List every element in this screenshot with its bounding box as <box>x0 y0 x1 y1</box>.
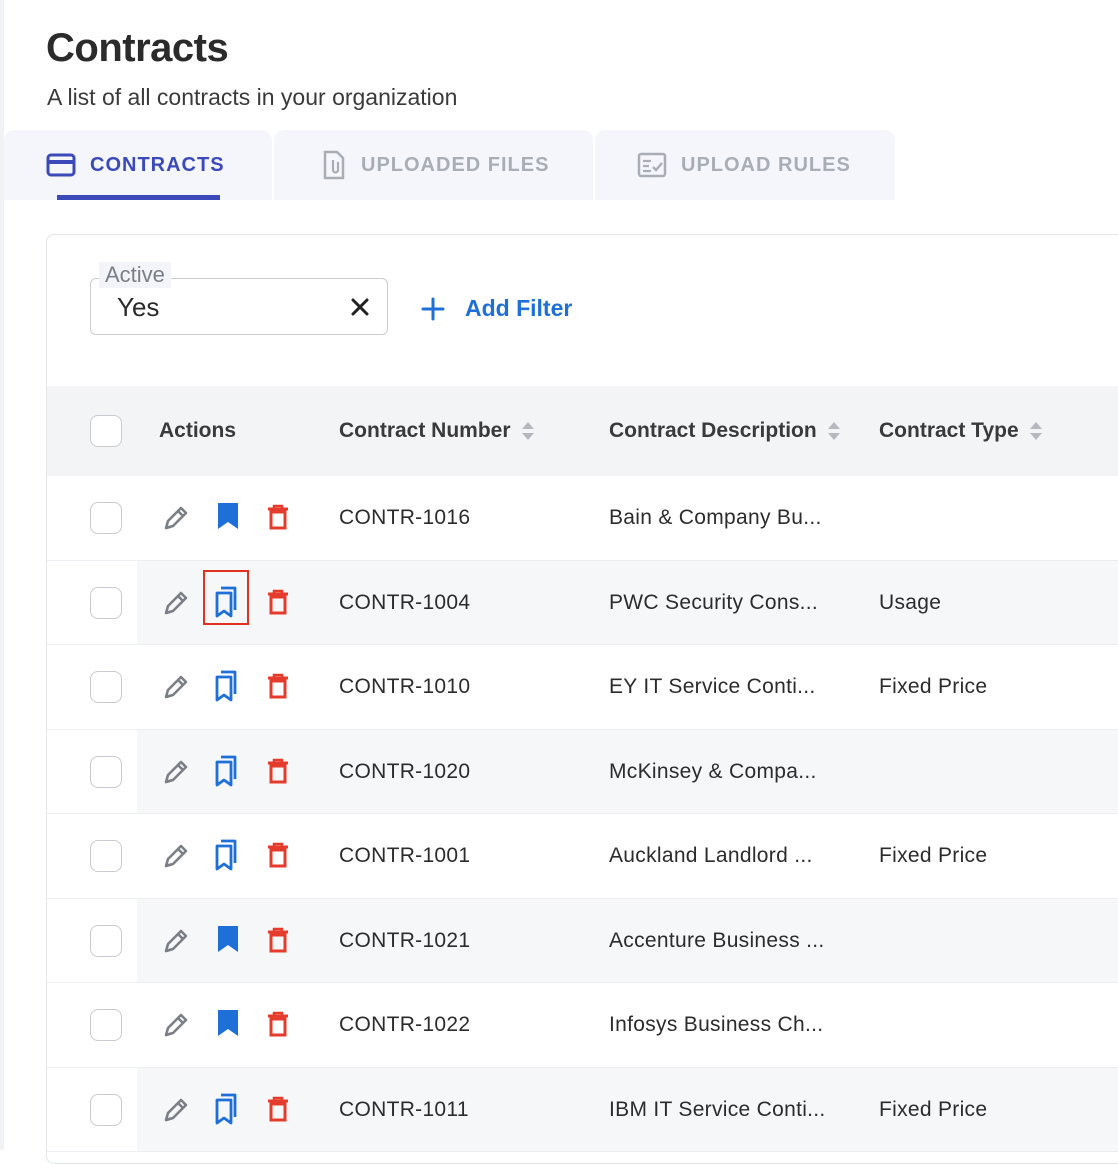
select-all-checkbox[interactable] <box>90 415 122 447</box>
sort-icon[interactable] <box>827 420 841 442</box>
contract-description-cell: Infosys Business Ch... <box>609 1013 824 1036</box>
sort-icon[interactable] <box>521 420 535 442</box>
filter-value: Yes <box>117 292 160 322</box>
contracts-card: Active Yes Add Filter Actions Contract N… <box>46 234 1118 1164</box>
bookmark-outline-icon[interactable] <box>211 1092 241 1126</box>
tab-bar: CONTRACTS UPLOADED FILES UPLOAD RULES <box>4 130 897 200</box>
bookmark-filled-icon[interactable] <box>215 1008 241 1038</box>
tab-uploaded-files-label: UPLOADED FILES <box>361 153 550 176</box>
table-row: CONTR-1004 PWC Security Cons... Usage <box>47 560 1118 645</box>
edit-icon[interactable] <box>161 841 191 871</box>
edit-icon[interactable] <box>161 1095 191 1125</box>
active-filter-chip[interactable]: Active Yes <box>90 262 388 335</box>
bookmark-filled-icon[interactable] <box>215 924 241 954</box>
tab-uploaded-files[interactable]: UPLOADED FILES <box>274 130 593 200</box>
row-checkbox[interactable] <box>90 671 122 703</box>
add-filter-button[interactable]: Add Filter <box>421 295 572 322</box>
edit-icon[interactable] <box>161 757 191 787</box>
row-checkbox[interactable] <box>90 924 122 957</box>
bookmark-filled-icon[interactable] <box>215 501 241 531</box>
contract-number-cell: CONTR-1016 <box>339 506 471 529</box>
column-header-contract-type-label: Contract Type <box>879 419 1019 442</box>
bookmark-outline-icon[interactable] <box>211 754 241 788</box>
delete-icon[interactable] <box>266 926 290 954</box>
row-checkbox[interactable] <box>90 755 122 788</box>
contract-number-cell: CONTR-1022 <box>339 1013 471 1036</box>
table-header: Actions Contract Number Contract Descrip… <box>47 386 1118 476</box>
credit-card-icon <box>46 153 76 177</box>
edit-icon[interactable] <box>161 588 191 618</box>
contract-description-cell: Auckland Landlord ... <box>609 844 813 867</box>
contract-description-cell: EY IT Service Conti... <box>609 675 816 698</box>
contract-description-cell: McKinsey & Compa... <box>609 759 817 783</box>
column-header-contract-number[interactable]: Contract Number <box>339 419 535 443</box>
table-row: CONTR-1016 Bain & Company Bu... <box>47 476 1118 561</box>
plus-icon <box>421 297 445 321</box>
table-row: CONTR-1011 IBM IT Service Conti... Fixed P… <box>47 1067 1118 1152</box>
tab-upload-rules-label: UPLOAD RULES <box>681 153 851 176</box>
column-header-contract-description-label: Contract Description <box>609 419 817 442</box>
page-title: Contracts <box>46 26 229 70</box>
contract-number-cell: CONTR-1010 <box>339 675 471 698</box>
contracts-table: Actions Contract Number Contract Descrip… <box>47 386 1118 1152</box>
bookmark-outline-icon[interactable] <box>211 669 241 703</box>
close-icon[interactable] <box>349 296 371 318</box>
edit-icon[interactable] <box>161 1010 191 1040</box>
edit-icon[interactable] <box>161 926 191 956</box>
edit-icon[interactable] <box>161 672 191 702</box>
contract-type-cell: Usage <box>879 590 942 614</box>
contract-number-cell: CONTR-1001 <box>339 844 471 867</box>
delete-icon[interactable] <box>266 841 290 869</box>
column-header-actions: Actions <box>159 419 236 443</box>
tab-contracts-label: CONTRACTS <box>90 153 225 176</box>
contract-description-cell: PWC Security Cons... <box>609 590 819 614</box>
delete-icon[interactable] <box>266 1095 290 1123</box>
column-header-contract-type[interactable]: Contract Type <box>879 419 1043 443</box>
table-row: CONTR-1001 Auckland Landlord ... Fixed Pri… <box>47 814 1118 899</box>
column-header-actions-label: Actions <box>159 419 237 442</box>
file-attachment-icon <box>321 150 347 180</box>
contract-number-cell: CONTR-1020 <box>339 759 471 783</box>
contract-description-cell: IBM IT Service Conti... <box>609 1097 826 1121</box>
filter-legend: Active <box>99 262 171 288</box>
delete-icon[interactable] <box>266 757 290 785</box>
contract-description-cell: Accenture Business ... <box>609 928 825 952</box>
bookmark-outline-icon[interactable] <box>211 838 241 872</box>
row-checkbox[interactable] <box>90 1093 122 1126</box>
table-row: CONTR-1021 Accenture Business ... <box>47 898 1118 983</box>
highlight-box <box>203 569 249 625</box>
contract-number-cell: CONTR-1011 <box>339 1097 469 1121</box>
contract-type-cell: Fixed Price <box>879 675 988 698</box>
row-checkbox[interactable] <box>90 586 122 619</box>
sort-icon[interactable] <box>1029 420 1043 442</box>
contract-number-cell: CONTR-1004 <box>339 590 471 614</box>
delete-icon[interactable] <box>266 588 290 616</box>
tab-contracts[interactable]: CONTRACTS <box>4 130 272 200</box>
table-row: CONTR-1020 McKinsey & Compa... <box>47 729 1118 814</box>
delete-icon[interactable] <box>266 1010 290 1038</box>
page-subtitle: A list of all contracts in your organiza… <box>47 84 458 110</box>
contract-type-cell: Fixed Price <box>879 1097 988 1121</box>
table-body: CONTR-1016 Bain & Company Bu... CONTR-1004… <box>47 476 1118 1152</box>
delete-icon[interactable] <box>266 672 290 700</box>
table-row: CONTR-1022 Infosys Business Ch... <box>47 983 1118 1068</box>
edit-icon[interactable] <box>161 503 191 533</box>
add-filter-label: Add Filter <box>465 295 573 321</box>
row-checkbox[interactable] <box>90 502 122 534</box>
checklist-icon <box>637 152 667 178</box>
column-header-contract-description[interactable]: Contract Description <box>609 419 841 443</box>
tab-upload-rules[interactable]: UPLOAD RULES <box>595 130 895 200</box>
contract-number-cell: CONTR-1021 <box>339 928 471 952</box>
column-header-contract-number-label: Contract Number <box>339 419 511 442</box>
contract-type-cell: Fixed Price <box>879 844 988 867</box>
row-checkbox[interactable] <box>90 840 122 872</box>
row-checkbox[interactable] <box>90 1009 122 1041</box>
contract-description-cell: Bain & Company Bu... <box>609 506 822 529</box>
table-row: CONTR-1010 EY IT Service Conti... Fixed Pr… <box>47 645 1118 730</box>
delete-icon[interactable] <box>266 503 290 531</box>
